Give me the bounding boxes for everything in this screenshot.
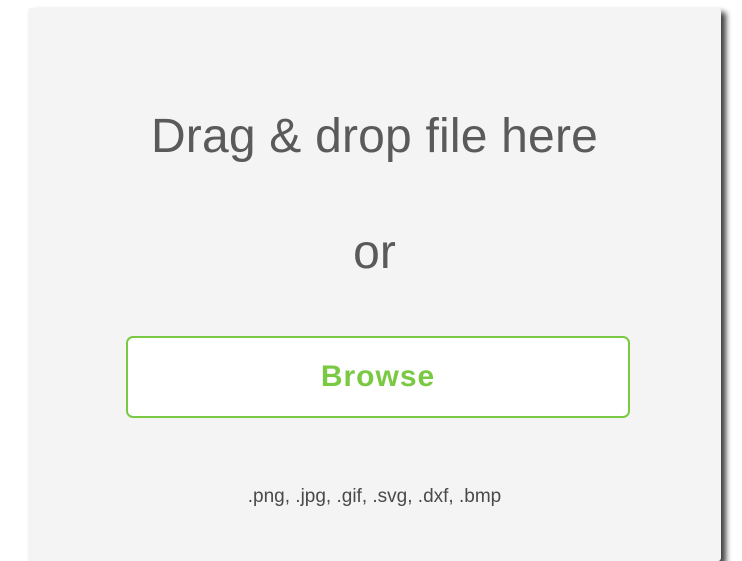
supported-formats-text: .png, .jpg, .gif, .svg, .dxf, .bmp xyxy=(247,486,502,507)
file-drop-zone[interactable]: Drag & drop file here or Browse .png, .j… xyxy=(28,8,721,561)
or-separator-text: or xyxy=(353,226,396,279)
browse-button[interactable]: Browse xyxy=(126,336,630,418)
drop-zone-headline: Drag & drop file here xyxy=(150,110,599,163)
